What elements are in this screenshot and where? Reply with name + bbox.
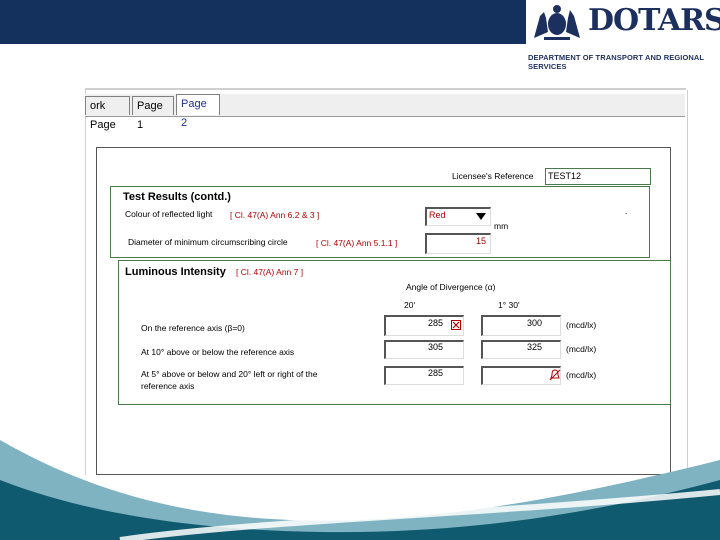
row1-col1-value: 285 [427, 318, 443, 328]
row-label-reference-axis: On the reference axis (β=0) [141, 323, 245, 333]
tab-page-1[interactable]: Page 1 [132, 96, 174, 131]
colour-label: Colour of reflected light [125, 209, 213, 219]
row2-unit: (mcd/lx) [566, 344, 597, 354]
colour-value: Red [429, 210, 446, 220]
row2-col2-value: 325 [526, 342, 542, 352]
row-label-5deg-line1: At 5° above or below and 20° left or rig… [141, 369, 318, 379]
col-header-1deg30: 1° 30' [498, 300, 520, 310]
row2-col1-field[interactable]: 305 [384, 340, 464, 359]
colour-ref: [ Cl. 47(A) Ann 6.2 & 3 ] [230, 210, 320, 220]
col-header-20min: 20' [404, 300, 416, 310]
row-label-10deg: At 10° above or below the reference axis [141, 347, 295, 357]
brand-logo: DOTARS [588, 3, 720, 38]
row1-col2-field[interactable]: 300 [481, 315, 561, 336]
row3-unit: (mcd/lx) [566, 370, 597, 380]
diameter-unit: mm [494, 221, 509, 231]
diameter-label: Diameter of minimum circumscribing circl… [128, 237, 288, 247]
department-name: DEPARTMENT OF TRANSPORT AND REGIONAL SER… [528, 53, 704, 71]
luminous-ref: [ Cl. 47(A) Ann 7 ] [236, 267, 304, 277]
diameter-value: 15 [475, 236, 486, 246]
row2-col2-field[interactable]: 325 [481, 340, 561, 359]
section-title: Test Results (contd.) [123, 191, 231, 203]
bell-icon[interactable] [549, 369, 561, 381]
decorative-wave [0, 440, 720, 540]
row2-col1-value: 305 [427, 342, 443, 352]
colour-select[interactable]: Red [425, 207, 491, 226]
tab-strip [85, 94, 685, 117]
close-icon[interactable] [451, 320, 461, 330]
stray-mark: . [625, 206, 628, 216]
diameter-field[interactable]: 15 [425, 233, 491, 254]
licensee-ref-value: TEST12 [548, 171, 582, 181]
licensee-ref-label: Licensee's Reference [452, 171, 534, 181]
licensee-ref-field[interactable]: TEST12 [545, 168, 651, 185]
chevron-down-icon[interactable] [476, 213, 486, 220]
row-label-5deg-line2: reference axis [141, 381, 195, 391]
luminous-title: Luminous Intensity [125, 266, 226, 278]
row1-unit: (mcd/lx) [566, 320, 597, 330]
tab-work-page[interactable]: ork Page [85, 96, 130, 131]
angle-header: Angle of Divergence (α) [406, 282, 496, 292]
tab-page-2[interactable]: Page 2 [176, 94, 220, 129]
row3-col1-value: 285 [427, 368, 443, 378]
row1-col2-value: 300 [526, 318, 542, 328]
coat-of-arms-icon [534, 5, 580, 40]
diameter-ref: [ Cl. 47(A) Ann 5.1.1 ] [316, 238, 398, 248]
row3-col1-field[interactable]: 285 [384, 366, 464, 385]
